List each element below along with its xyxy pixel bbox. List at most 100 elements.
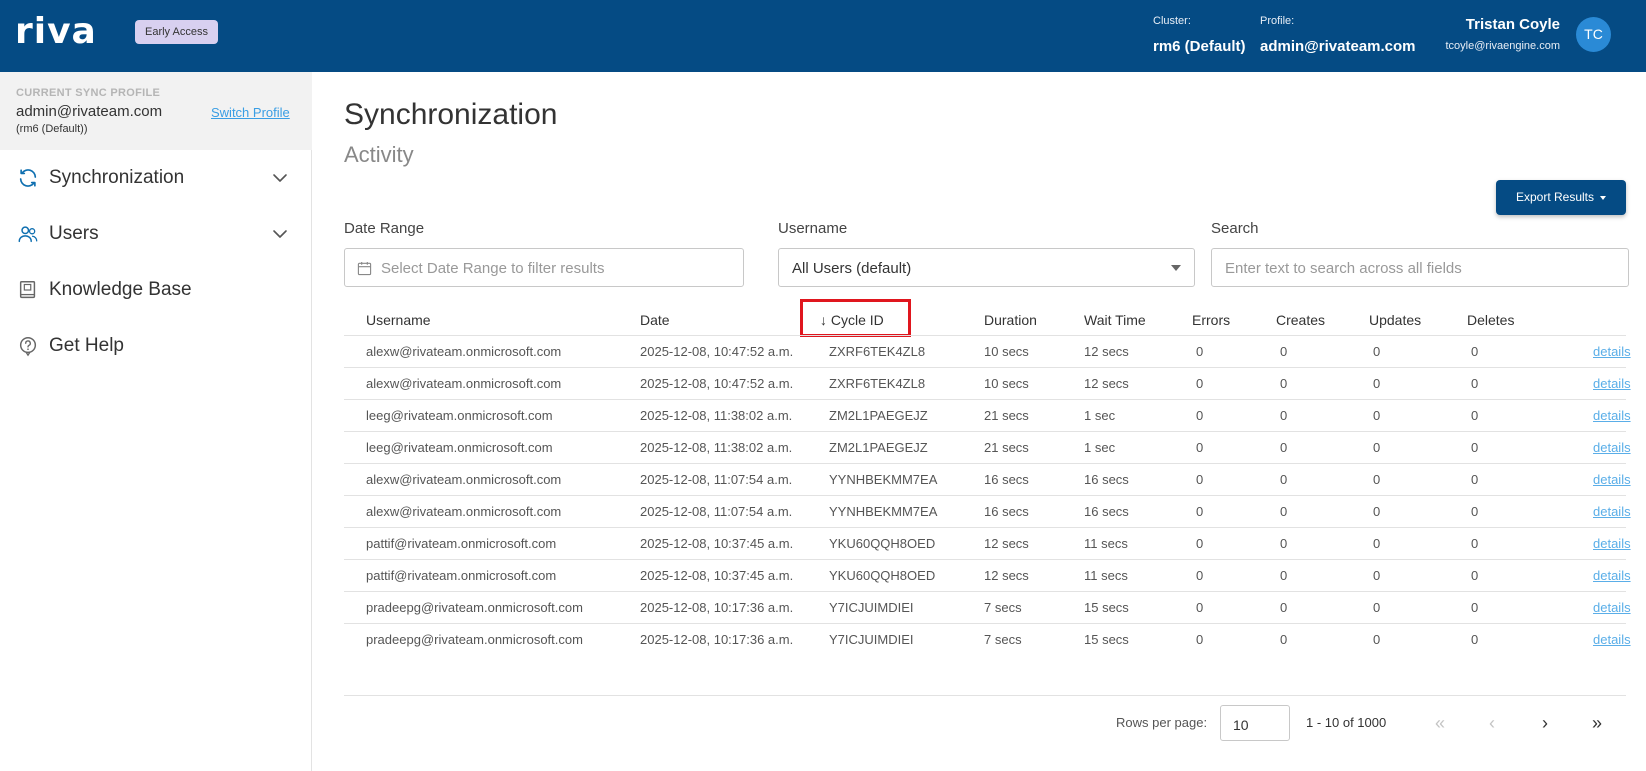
calendar-icon [357,261,372,276]
cluster-info: Cluster: rm6 (Default) [1153,14,1246,57]
cell-username: pattif@rivateam.onmicrosoft.com [366,568,557,583]
cell-duration: 16 secs [984,472,1029,487]
last-page-button[interactable]: » [1585,712,1609,736]
next-page-button[interactable]: › [1533,712,1557,736]
table-row: leeg@rivateam.onmicrosoft.com 2025-12-08,… [344,399,1631,431]
profile-cluster: (rm6 (Default)) [16,123,88,135]
cell-wait-time: 15 secs [1084,632,1129,647]
column-header-duration[interactable]: Duration [984,311,1037,329]
sidebar-item-synchronization[interactable]: Synchronization [0,150,312,206]
cell-creates: 0 [1280,536,1288,551]
sidebar-item-users[interactable]: Users [0,206,312,262]
cell-creates: 0 [1280,440,1288,455]
cell-errors: 0 [1196,376,1204,391]
chevron-down-icon[interactable] [272,170,288,186]
sidebar-item-label: Synchronization [49,167,185,188]
export-results-label: Export Results [1515,190,1595,204]
cell-wait-time: 16 secs [1084,472,1129,487]
sidebar-item-get-help[interactable]: Get Help [0,318,312,374]
cell-creates: 0 [1280,376,1288,391]
column-header-username[interactable]: Username [366,311,431,329]
search-label: Search [1211,220,1259,237]
cell-deletes: 0 [1471,536,1479,551]
cell-username: leeg@rivateam.onmicrosoft.com [366,440,553,455]
details-link[interactable]: details [1593,504,1631,520]
rows-per-page-label: Rows per page: [1116,715,1208,730]
sorted-column-highlight [800,299,911,337]
cell-creates: 0 [1280,568,1288,583]
cell-errors: 0 [1196,408,1204,423]
cell-date: 2025-12-08, 10:17:36 a.m. [640,600,794,615]
cell-username: alexw@rivateam.onmicrosoft.com [366,344,562,359]
details-link[interactable]: details [1593,472,1631,488]
profile-email: admin@rivateam.com [16,103,163,120]
details-link[interactable]: details [1593,632,1631,648]
date-range-input[interactable]: Select Date Range to filter results [344,248,744,287]
cell-cycle-id: YKU60QQH8OED [829,568,936,583]
cell-cycle-id: Y7ICJUIMDIEI [829,632,914,647]
cell-errors: 0 [1196,344,1204,359]
cluster-value: rm6 (Default) [1153,38,1246,55]
book-icon [19,281,36,299]
cell-cycle-id: Y7ICJUIMDIEI [829,600,914,615]
cell-updates: 0 [1373,568,1381,583]
sync-icon [19,169,37,187]
chevron-down-icon[interactable] [272,226,288,242]
table-row: leeg@rivateam.onmicrosoft.com 2025-12-08,… [344,431,1631,463]
cell-date: 2025-12-08, 10:17:36 a.m. [640,632,794,647]
previous-page-button[interactable]: ‹ [1480,712,1504,736]
column-header-errors[interactable]: Errors [1192,311,1230,329]
username-select[interactable]: All Users (default) [778,248,1195,287]
cell-cycle-id: YYNHBEKMM7EA [829,504,938,519]
table-row: pradeepg@rivateam.onmicrosoft.com 2025-12… [344,591,1631,623]
details-link[interactable]: details [1593,408,1631,424]
details-link[interactable]: details [1593,344,1631,360]
avatar[interactable]: TC [1576,17,1611,52]
cell-duration: 21 secs [984,440,1029,455]
profile-value: admin@rivateam.com [1260,38,1416,55]
first-page-button[interactable]: « [1428,712,1452,736]
cell-duration: 21 secs [984,408,1029,423]
cell-deletes: 0 [1471,632,1479,647]
cell-updates: 0 [1373,472,1381,487]
cell-duration: 16 secs [984,504,1029,519]
cell-cycle-id: YKU60QQH8OED [829,536,936,551]
details-link[interactable]: details [1593,568,1631,584]
sidebar-item-label: Users [49,223,99,244]
cell-deletes: 0 [1471,504,1479,519]
date-range-label: Date Range [344,220,425,237]
cell-username: leeg@rivateam.onmicrosoft.com [366,408,553,423]
help-icon [19,337,37,357]
early-access-badge: Early Access [135,20,218,44]
top-header: riva Early Access Cluster: rm6 (Default)… [0,0,1646,72]
cell-username: pradeepg@rivateam.onmicrosoft.com [366,632,583,647]
column-header-date[interactable]: Date [640,311,670,329]
cell-cycle-id: ZXRF6TEK4ZL8 [829,344,926,359]
caret-down-icon [1600,195,1607,200]
cell-deletes: 0 [1471,344,1479,359]
details-link[interactable]: details [1593,600,1631,616]
column-header-wait-time[interactable]: Wait Time [1084,311,1146,329]
details-link[interactable]: details [1593,536,1631,552]
cell-deletes: 0 [1471,376,1479,391]
cell-cycle-id: ZM2L1PAEGEJZ [829,440,928,455]
details-link[interactable]: details [1593,376,1631,392]
cell-cycle-id: ZM2L1PAEGEJZ [829,408,928,423]
sidebar-item-knowledge-base[interactable]: Knowledge Base [0,262,312,318]
current-sync-profile: CURRENT SYNC PROFILE admin@rivateam.com … [0,72,312,150]
rows-per-page-input[interactable]: 10 [1220,705,1290,741]
cell-updates: 0 [1373,344,1381,359]
cell-date: 2025-12-08, 11:07:54 a.m. [640,504,793,519]
column-header-updates[interactable]: Updates [1369,311,1421,329]
riva-logo[interactable]: riva [15,14,97,50]
profile-caption: CURRENT SYNC PROFILE [16,87,161,99]
column-header-creates[interactable]: Creates [1276,311,1325,329]
details-link[interactable]: details [1593,440,1631,456]
search-input[interactable]: Enter text to search across all fields [1211,248,1629,287]
main-content: Synchronization Activity Export Results … [312,72,1646,771]
column-header-deletes[interactable]: Deletes [1467,311,1514,329]
export-results-button[interactable]: Export Results [1496,180,1626,215]
table-row: alexw@rivateam.onmicrosoft.com 2025-12-08… [344,495,1631,527]
table-row: pattif@rivateam.onmicrosoft.com 2025-12-0… [344,559,1631,591]
switch-profile-link[interactable]: Switch Profile [211,105,290,120]
